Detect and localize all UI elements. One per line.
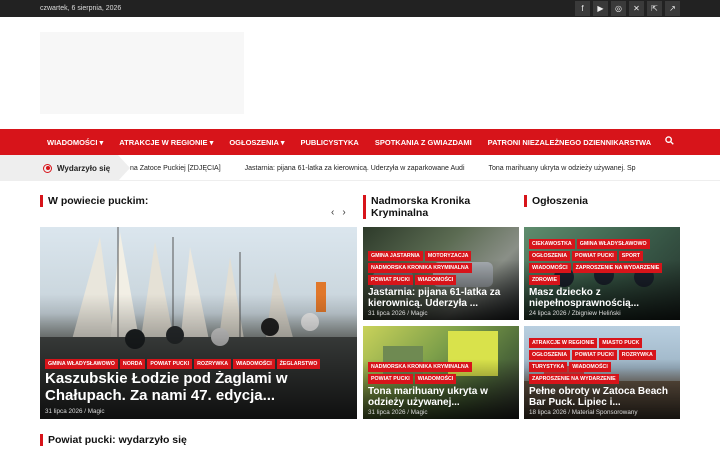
tag[interactable]: ŻEGLARSTWO	[276, 359, 321, 370]
tag[interactable]: CIEKAWOSTKA	[529, 238, 575, 249]
tag[interactable]: POWIAT PUCKI	[368, 373, 413, 384]
article-meta: 31 lipca 2026 / Magic	[368, 409, 428, 416]
tag[interactable]: WIADOMOŚCI	[529, 262, 571, 273]
nav-item-spotkania[interactable]: SPOTKANIA Z GWIAZDAMI	[375, 138, 472, 147]
live-dot-icon	[43, 163, 52, 173]
tag[interactable]: WIADOMOŚCI	[233, 359, 275, 370]
article-tags: CIEKAWOSTKA GMINA WŁADYSŁAWOWO OGŁOSZENI…	[529, 238, 675, 285]
x-icon[interactable]: ✕	[629, 1, 644, 16]
site-logo[interactable]	[40, 32, 244, 114]
nav-item-patroni[interactable]: PATRONI NIEZALEŻNEGO DZIENNIKARSTWA	[488, 138, 651, 147]
slider-arrows: ‹ ›	[331, 207, 346, 218]
article-tags: GMINA JASTARNIA MOTORYZACJA NADMORSKA KR…	[368, 250, 514, 285]
instagram-icon[interactable]: ◎	[611, 1, 626, 16]
ticker-item[interactable]: na Zatoce Puckiej [ZDJĘCIA]	[130, 165, 221, 172]
article-title[interactable]: Masz dziecko z niepełnosprawnością...	[529, 287, 675, 309]
chevron-down-icon: ▾	[280, 137, 285, 147]
article-title[interactable]: Jastarnia: pijana 61-latka za kierownicą…	[368, 287, 514, 309]
chevron-down-icon: ▾	[99, 137, 104, 147]
tag[interactable]: NADMORSKA KRONIKA KRYMINALNA	[368, 262, 472, 273]
breaking-news-ticker: Wydarzyło się na Zatoce Puckiej [ZDJĘCIA…	[0, 155, 720, 181]
ticker-item[interactable]: Jastarnia: pijana 61-latka za kierownicą…	[245, 165, 465, 172]
facebook-icon[interactable]: f	[575, 1, 590, 16]
external-link-icon[interactable]: ⇱	[647, 1, 662, 16]
youtube-icon[interactable]: ▶	[593, 1, 608, 16]
nav-item-ogloszenia[interactable]: OGŁOSZENIA ▾	[229, 138, 284, 147]
article-tags: NADMORSKA KRONIKA KRYMINALNA POWIAT PUCK…	[368, 361, 514, 384]
tag[interactable]: ZDROWIE	[529, 274, 561, 285]
tag[interactable]: POWIAT PUCKI	[572, 250, 617, 261]
tag[interactable]: OGŁOSZENIA	[529, 250, 571, 261]
tag[interactable]: WIADOMOŚCI	[569, 361, 611, 372]
chevron-right-icon[interactable]: ›	[342, 207, 345, 218]
crime-article-card[interactable]: NADMORSKA KRONIKA KRYMINALNA POWIAT PUCK…	[363, 326, 519, 419]
chevron-left-icon[interactable]: ‹	[331, 207, 334, 218]
tag[interactable]: NADMORSKA KRONIKA KRYMINALNA	[368, 361, 472, 372]
tag[interactable]: ROZRYWKA	[194, 359, 232, 370]
featured-article-card[interactable]: GMINA WŁADYSŁAWOWO NORDA POWIAT PUCKI RO…	[40, 227, 357, 419]
tag[interactable]: SPORT	[618, 250, 644, 261]
article-tags: GMINA WŁADYSŁAWOWO NORDA POWIAT PUCKI RO…	[45, 359, 352, 370]
chevron-down-icon: ▾	[209, 137, 214, 147]
article-meta: 24 lipca 2026 / Zbigniew Heliński	[529, 310, 621, 317]
ticker-item[interactable]: Tona marihuany ukryta w odzieży używanej…	[489, 165, 636, 172]
main-nav: WIADOMOŚCI ▾ ATRAKCJE W REGIONIE ▾ OGŁOS…	[0, 129, 720, 155]
tag[interactable]: ROZRYWKA	[618, 349, 656, 360]
share-icon[interactable]: ↗	[665, 1, 680, 16]
tag[interactable]: MIASTO PUCK	[599, 337, 643, 348]
nav-item-atrakcje[interactable]: ATRAKCJE W REGIONIE ▾	[119, 138, 213, 147]
article-meta: 31 lipca 2026 / Magic	[45, 408, 105, 415]
tag[interactable]: OGŁOSZENIA	[529, 349, 571, 360]
tag[interactable]: WIADOMOŚCI	[414, 373, 457, 384]
tag[interactable]: GMINA WŁADYSŁAWOWO	[45, 359, 118, 370]
tag[interactable]: NORDA	[119, 359, 146, 370]
article-title[interactable]: Kaszubskie Łodzie pod Żaglami w Chałupac…	[45, 371, 352, 405]
ad-article-card[interactable]: ATRAKCJE W REGIONIE MIASTO PUCK OGŁOSZEN…	[524, 326, 680, 419]
article-meta: 31 lipca 2026 / Magic	[368, 310, 428, 317]
site-header	[0, 17, 720, 129]
ad-article-card[interactable]: CIEKAWOSTKA GMINA WŁADYSŁAWOWO OGŁOSZENI…	[524, 227, 680, 320]
tag[interactable]: ATRAKCJE W REGIONIE	[529, 337, 598, 348]
current-date: czwartek, 6 sierpnia, 2026	[40, 5, 122, 12]
section-title-wydarzylo: Powiat pucki: wydarzyło się	[40, 434, 187, 446]
article-tags: ATRAKCJE W REGIONIE MIASTO PUCK OGŁOSZEN…	[529, 337, 675, 384]
tag[interactable]: POWIAT PUCKI	[572, 349, 617, 360]
tag[interactable]: ZAPROSZENIE NA WYDARZENIE	[529, 373, 619, 384]
section-title-kronika: Nadmorska Kronika Kryminalna	[363, 195, 503, 219]
tag[interactable]: TURYSTYKA	[529, 361, 568, 372]
tag[interactable]: POWIAT PUCKI	[368, 274, 413, 285]
search-icon[interactable]	[665, 136, 674, 147]
social-links: f ▶ ◎ ✕ ⇱ ↗	[575, 1, 680, 16]
crime-article-card[interactable]: GMINA JASTARNIA MOTORYZACJA NADMORSKA KR…	[363, 227, 519, 320]
article-title[interactable]: Tona marihuany ukryta w odzieży używanej…	[368, 386, 514, 408]
nav-item-publicystyka[interactable]: PUBLICYSTYKA	[301, 138, 359, 147]
tag[interactable]: MOTORYZACJA	[424, 250, 472, 261]
nav-item-wiadomosci[interactable]: WIADOMOŚCI ▾	[47, 138, 103, 147]
tag[interactable]: POWIAT PUCKI	[147, 359, 193, 370]
top-bar: czwartek, 6 sierpnia, 2026 f ▶ ◎ ✕ ⇱ ↗	[0, 0, 720, 17]
article-meta: 18 lipca 2026 / Materiał Sponsorowany	[529, 409, 638, 416]
ticker-label: Wydarzyło się	[0, 155, 130, 180]
tag[interactable]: GMINA JASTARNIA	[368, 250, 423, 261]
section-title-ogloszenia: Ogłoszenia	[524, 195, 588, 207]
article-title[interactable]: Pełne obroty w Zatoca Beach Bar Puck. Li…	[529, 386, 675, 408]
tag[interactable]: GMINA WŁADYSŁAWOWO	[576, 238, 650, 249]
section-title-powiat: W powiecie puckim:	[40, 195, 148, 207]
tag[interactable]: ZAPROSZENIE NA WYDARZENIE	[572, 262, 663, 273]
tag[interactable]: WIADOMOŚCI	[414, 274, 457, 285]
